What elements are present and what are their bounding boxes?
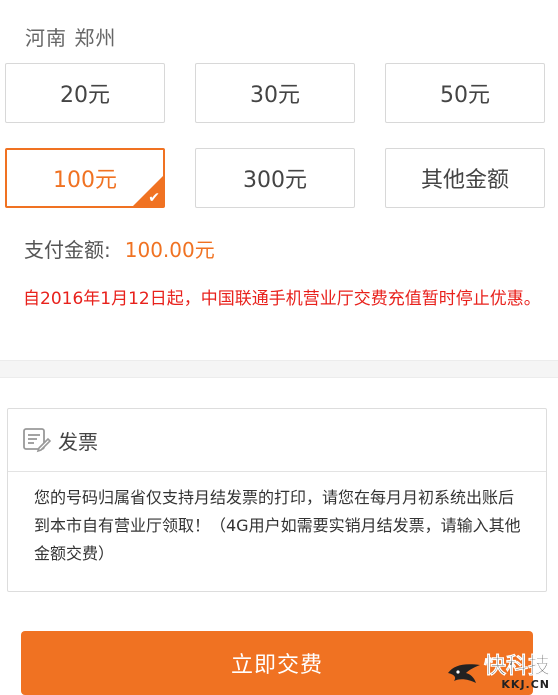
promotion-notice: 自2016年1月12日起，中国联通手机营业厅交费充值暂时停止优惠。: [23, 289, 541, 309]
amount-option-30[interactable]: 30元: [195, 63, 355, 123]
amount-option-100[interactable]: 100元 ✔: [5, 148, 165, 208]
check-icon: ✔: [148, 190, 160, 206]
amount-option-other[interactable]: 其他金额: [385, 148, 545, 208]
payment-amount-value: 100.00元: [124, 238, 215, 262]
amount-option-label: 20元: [60, 83, 110, 108]
watermark-logo-icon: [447, 664, 480, 683]
invoice-description: 您的号码归属省仅支持月结发票的打印，请您在每月月初系统出账后到本市自有营业厅领取…: [34, 488, 521, 563]
invoice-edit-icon: [23, 428, 52, 453]
submit-payment-label: 立即交费: [230, 653, 323, 678]
amount-option-300[interactable]: 300元: [195, 148, 355, 208]
amount-option-label: 其他金额: [420, 168, 509, 193]
region-label: 河南 郑州: [25, 26, 117, 50]
amount-option-50[interactable]: 50元: [385, 63, 545, 123]
watermark-domain: KKJ.CN: [501, 678, 550, 691]
invoice-panel: 发票 您的号码归属省仅支持月结发票的打印，请您在每月月初系统出账后到本市自有营业…: [7, 408, 547, 592]
section-divider: [0, 360, 558, 378]
payment-amount-row: 支付金额: 100.00元: [24, 234, 215, 263]
amount-option-label: 300元: [243, 168, 307, 193]
watermark-brand: 快科技: [483, 654, 551, 679]
amount-option-label: 100元: [53, 168, 117, 193]
invoice-title: 发票: [58, 429, 98, 454]
amount-option-20[interactable]: 20元: [5, 63, 165, 123]
amount-option-label: 50元: [440, 83, 490, 108]
watermark: 快科技 KKJ.CN: [446, 654, 551, 691]
payment-amount-label: 支付金额:: [24, 238, 111, 262]
invoice-header[interactable]: 发票: [8, 409, 546, 472]
amount-option-label: 30元: [250, 83, 300, 108]
